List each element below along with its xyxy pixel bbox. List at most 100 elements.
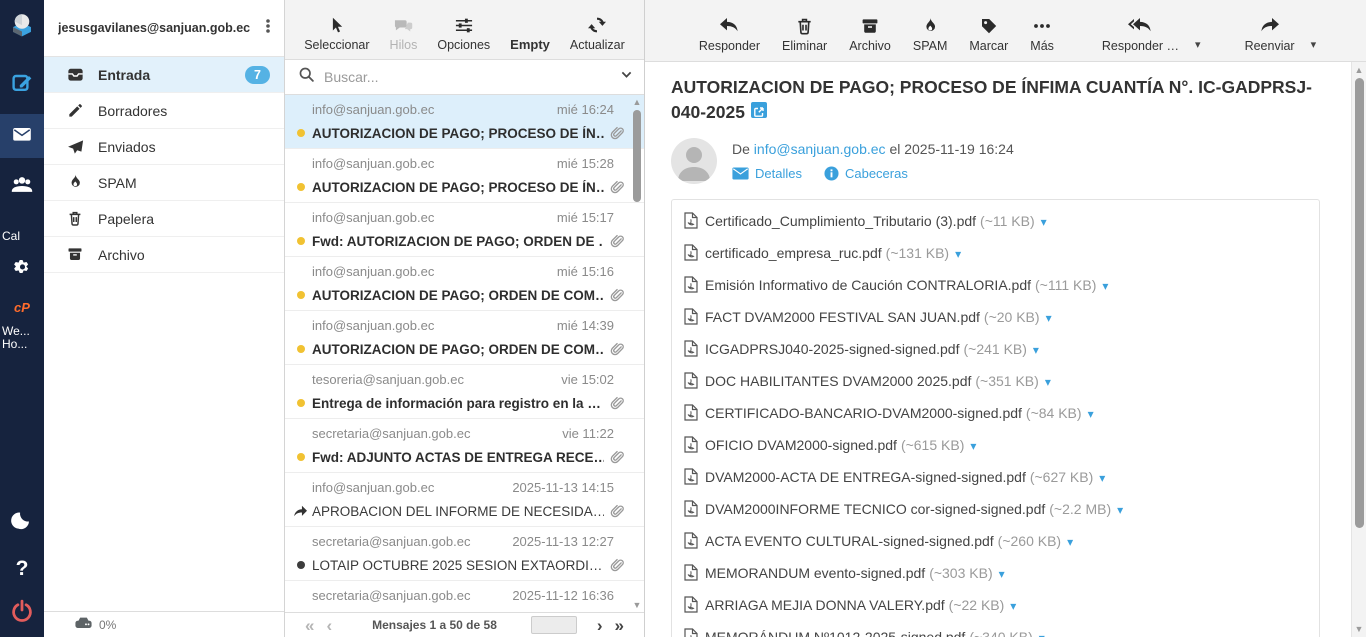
attachment-item[interactable]: ACTA EVENTO CULTURAL-signed-signed.pdf(~…: [684, 527, 1307, 559]
message-list-item[interactable]: info@sanjuan.gob.ec mié 14:39 AUTORIZACI…: [285, 311, 644, 365]
kebab-menu-icon[interactable]: [260, 17, 276, 40]
sidebar-item-inbox[interactable]: Entrada 7: [44, 57, 284, 93]
attachment-item[interactable]: MEMORÁNDUM Nº1012-2025-signed.pdf(~340 K…: [684, 623, 1307, 637]
archive-button[interactable]: Archivo: [843, 15, 897, 53]
attachment-name: DVAM2000INFORME TECNICO cor-signed-signe…: [705, 501, 1045, 517]
message-sender: secretaria@sanjuan.gob.ec: [312, 534, 470, 549]
scroll-down-icon[interactable]: ▼: [631, 600, 643, 610]
attachment-dropdown-caret[interactable]: ▾: [1102, 279, 1108, 293]
attachment-dropdown-caret[interactable]: ▾: [970, 439, 976, 453]
attachment-dropdown-caret[interactable]: ▾: [1045, 375, 1051, 389]
attachment-item[interactable]: ARRIAGA MEJIA DONNA VALERY.pdf(~22 KB)▾: [684, 591, 1016, 623]
sidebar-item-spam[interactable]: SPAM: [44, 165, 284, 201]
attachment-dropdown-caret[interactable]: ▾: [1033, 343, 1039, 357]
attachment-item[interactable]: certificado_empresa_ruc.pdf(~131 KB)▾: [684, 239, 1307, 271]
dark-mode-button[interactable]: [0, 501, 44, 545]
select-button[interactable]: Seleccionar: [298, 14, 375, 52]
external-link-icon[interactable]: [751, 102, 767, 118]
attachment-dropdown-caret[interactable]: ▾: [1088, 407, 1094, 421]
last-page-button[interactable]: »: [609, 617, 630, 634]
mark-button[interactable]: Marcar: [963, 15, 1014, 53]
compose-button[interactable]: [0, 62, 44, 106]
page-number-input[interactable]: [531, 616, 577, 634]
threads-label: Hilos: [390, 38, 418, 52]
refresh-button[interactable]: Actualizar: [564, 14, 631, 52]
contacts-button[interactable]: [0, 164, 44, 208]
message-subject-line: AUTORIZACION DE PAGO; PROCESO DE ÍN…: [285, 124, 644, 142]
attachment-item[interactable]: Emisión Informativo de Caución CONTRALOR…: [684, 271, 1307, 303]
message-list-item[interactable]: secretaria@sanjuan.gob.ec 2025-11-13 12:…: [285, 527, 644, 581]
cpanel-icon[interactable]: cP: [0, 295, 44, 319]
attachment-dropdown-caret[interactable]: ▾: [999, 567, 1005, 581]
next-page-button[interactable]: ›: [591, 617, 609, 634]
prev-page-button[interactable]: ‹: [320, 617, 338, 634]
message-list-item[interactable]: info@sanjuan.gob.ec 2025-11-13 14:15 APR…: [285, 473, 644, 527]
message-list-item[interactable]: secretaria@sanjuan.gob.ec 2025-11-12 16:…: [285, 581, 644, 612]
attachment-item[interactable]: MEMORANDUM evento-signed.pdf(~303 KB)▾: [684, 559, 1005, 591]
attachment-item[interactable]: DVAM2000INFORME TECNICO cor-signed-signe…: [684, 495, 1307, 527]
details-button[interactable]: Detalles: [732, 166, 802, 181]
sidebar-item-sent[interactable]: Enviados: [44, 129, 284, 165]
attachment-dropdown-caret[interactable]: ▾: [1039, 631, 1045, 637]
message-list-item[interactable]: info@sanjuan.gob.ec mié 15:28 AUTORIZACI…: [285, 149, 644, 203]
attachment-item[interactable]: DVAM2000-ACTA DE ENTREGA-signed-signed.p…: [684, 463, 1307, 495]
threads-button[interactable]: Hilos: [384, 14, 424, 52]
spam-button[interactable]: SPAM: [907, 15, 954, 53]
attachment-item[interactable]: FACT DVAM2000 FESTIVAL SAN JUAN.pdf(~20 …: [684, 303, 1307, 335]
attachment-dropdown-caret[interactable]: ▾: [955, 247, 961, 261]
from-email-link[interactable]: info@sanjuan.gob.ec: [754, 141, 886, 157]
message-subject-line: Fwd: AUTORIZACION DE PAGO; ORDEN DE …: [285, 232, 644, 250]
attachment-icon: [608, 124, 626, 142]
scrollbar-thumb[interactable]: [1355, 78, 1364, 528]
reply-all-dropdown-caret[interactable]: ▾: [1195, 38, 1203, 53]
forward-dropdown-caret[interactable]: ▾: [1311, 38, 1319, 53]
mail-nav-button[interactable]: [0, 114, 44, 158]
attachment-item[interactable]: Certificado_Cumplimiento_Tributario (3).…: [684, 207, 1307, 239]
webmail-home-link[interactable]: We... Ho...: [0, 325, 44, 351]
forward-button[interactable]: Reenviar: [1239, 15, 1301, 53]
message-list-item[interactable]: info@sanjuan.gob.ec mié 16:24 AUTORIZACI…: [285, 95, 644, 149]
attachment-dropdown-caret[interactable]: ▾: [1046, 311, 1052, 325]
message-time: 2025-11-13 14:15: [512, 480, 614, 495]
message-list-scrollbar[interactable]: ▲ ▼: [631, 95, 643, 612]
options-button[interactable]: Opciones: [431, 14, 496, 52]
message-list-item[interactable]: secretaria@sanjuan.gob.ec vie 11:22 Fwd:…: [285, 419, 644, 473]
delete-button[interactable]: Eliminar: [776, 15, 833, 53]
list-toolbar: Seleccionar Hilos Opciones Empty: [285, 0, 644, 60]
first-page-button[interactable]: «: [299, 617, 320, 634]
reply-all-button[interactable]: Responder …: [1096, 15, 1185, 53]
calendar-link[interactable]: Cal: [0, 230, 44, 241]
message-subject-line: Entrega de información para registro en …: [285, 394, 644, 412]
scrollbar-thumb[interactable]: [633, 110, 641, 202]
sidebar-item-drafts[interactable]: Borradores: [44, 93, 284, 129]
scroll-up-icon[interactable]: ▲: [1352, 65, 1366, 75]
attachment-dropdown-caret[interactable]: ▾: [1041, 215, 1047, 229]
attachment-item[interactable]: OFICIO DVAM2000-signed.pdf(~615 KB)▾: [684, 431, 1307, 463]
attachment-item[interactable]: CERTIFICADO-BANCARIO-DVAM2000-signed.pdf…: [684, 399, 1307, 431]
message-list-item[interactable]: info@sanjuan.gob.ec mié 15:16 AUTORIZACI…: [285, 257, 644, 311]
attachment-item[interactable]: DOC HABILITANTES DVAM2000 2025.pdf(~351 …: [684, 367, 1307, 399]
account-header[interactable]: jesusgavilanes@sanjuan.gob.ec: [44, 0, 284, 57]
message-subject: Fwd: AUTORIZACION DE PAGO; ORDEN DE …: [312, 234, 604, 249]
sidebar-item-archive[interactable]: Archivo: [44, 237, 284, 273]
attachment-dropdown-caret[interactable]: ▾: [1010, 599, 1016, 613]
empty-button[interactable]: Empty: [504, 35, 556, 52]
logout-button[interactable]: [0, 591, 44, 635]
more-button[interactable]: Más: [1024, 15, 1060, 53]
reply-button[interactable]: Responder: [693, 15, 766, 53]
message-list-item[interactable]: info@sanjuan.gob.ec mié 15:17 Fwd: AUTOR…: [285, 203, 644, 257]
view-scrollbar[interactable]: ▲ ▼: [1351, 62, 1366, 637]
headers-button[interactable]: Cabeceras: [824, 166, 908, 181]
help-icon[interactable]: ?: [0, 547, 44, 591]
scroll-down-icon[interactable]: ▼: [1352, 624, 1366, 634]
message-list-item[interactable]: tesoreria@sanjuan.gob.ec vie 15:02 Entre…: [285, 365, 644, 419]
attachment-item[interactable]: ICGADPRSJ040-2025-signed-signed.pdf(~241…: [684, 335, 1307, 367]
settings-button[interactable]: [0, 247, 44, 291]
attachment-dropdown-caret[interactable]: ▾: [1099, 471, 1105, 485]
search-input[interactable]: [324, 69, 619, 85]
search-chevron-down-icon[interactable]: [619, 67, 634, 87]
attachment-dropdown-caret[interactable]: ▾: [1067, 535, 1073, 549]
sidebar-item-trash[interactable]: Papelera: [44, 201, 284, 237]
scroll-up-icon[interactable]: ▲: [631, 97, 643, 107]
attachment-dropdown-caret[interactable]: ▾: [1117, 503, 1123, 517]
